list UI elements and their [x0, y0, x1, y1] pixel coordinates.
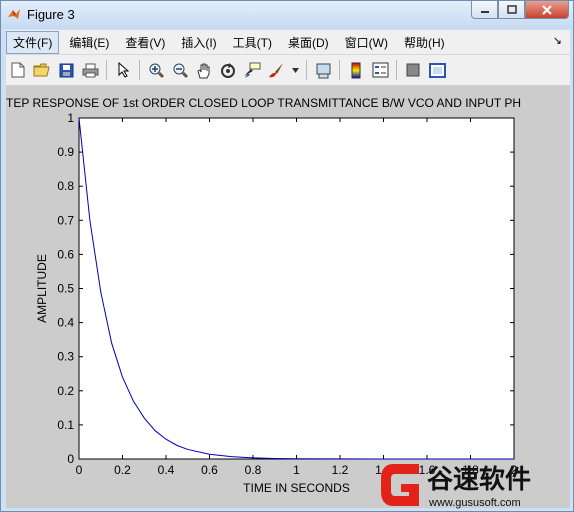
y-tick-label: 0.1	[57, 418, 74, 432]
watermark-url: www.gususoft.com	[428, 497, 521, 509]
x-tick-label: 1	[293, 463, 300, 477]
step-response-plot[interactable]: 00.20.40.60.811.21.41.61.8200.10.20.30.4…	[1, 1, 573, 511]
x-tick-label: 0.8	[245, 463, 262, 477]
plot-axes	[78, 117, 515, 460]
x-tick-label: 0	[76, 463, 83, 477]
y-tick-label: 0.7	[57, 213, 74, 227]
watermark: 谷速软件 www.gususoft.com	[381, 464, 531, 509]
y-tick-label: 0	[67, 452, 74, 466]
x-tick-label: 0.6	[201, 463, 218, 477]
g-logo-icon	[381, 464, 419, 506]
y-tick-label: 0.6	[57, 247, 74, 261]
y-tick-label: 1	[67, 111, 74, 125]
y-tick-label: 0.3	[57, 350, 74, 364]
y-tick-label: 0.9	[57, 145, 74, 159]
y-tick-label: 0.8	[57, 179, 74, 193]
y-tick-label: 0.2	[57, 384, 74, 398]
figure-window: Figure 3 文件(F) 编辑(E) 查看(V) 插入(I) 工具(T) 桌…	[0, 0, 574, 512]
x-tick-label: 0.2	[114, 463, 131, 477]
y-axis-label: AMPLITUDE	[35, 254, 49, 323]
watermark-brand: 谷速软件	[427, 465, 531, 495]
x-tick-label: 0.4	[158, 463, 175, 477]
y-tick-label: 0.4	[57, 316, 74, 330]
x-tick-label: 1.2	[332, 463, 349, 477]
y-tick-label: 0.5	[57, 282, 74, 296]
x-axis-label: TIME IN SECONDS	[243, 481, 350, 495]
